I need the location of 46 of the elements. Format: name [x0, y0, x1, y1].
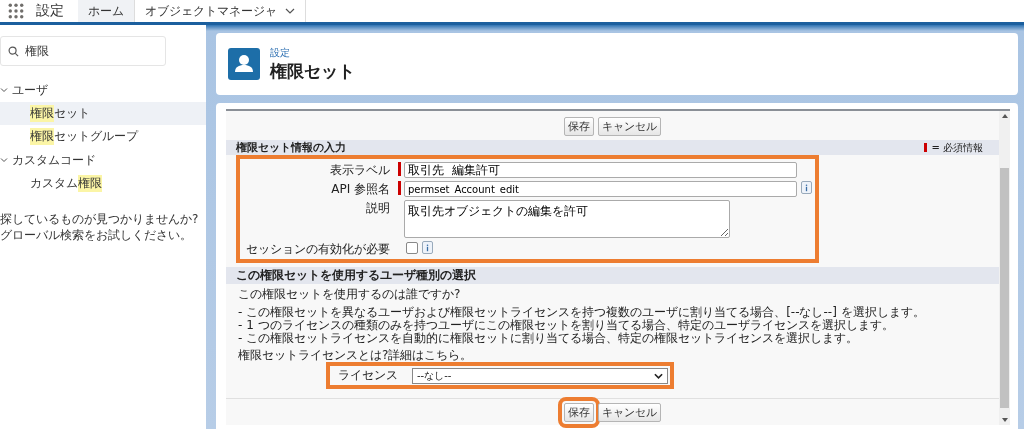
field-label: 説明 — [365, 200, 391, 215]
required-marker-icon — [924, 143, 928, 152]
scroll-down-icon[interactable] — [1001, 418, 1008, 422]
info-icon[interactable] — [422, 241, 433, 254]
license-dropdown[interactable]: --なし-- — [412, 367, 668, 384]
text-field[interactable]: 取引先 編集許可 — [404, 162, 797, 178]
instruction-text: - この権限セットライセンスを自動的に権限セットに割り当てる場合、特定の権限セットライセンスを選択します。 — [238, 332, 860, 345]
app-name: 設定 — [36, 2, 64, 20]
instruction-text: - 1 つのライセンスの種類のみを持つユーザにこの権限セットを割り当てる場合、特定のユーザライセンスを選択します。 — [238, 319, 894, 332]
info-text: 権限セットライセンスとは? — [238, 349, 389, 362]
field-label: セッションの有効化が必要 — [245, 241, 391, 256]
tree-group[interactable]: カスタムコード — [0, 148, 206, 172]
help-text: 探しているものが見つかりませんか? — [0, 211, 200, 227]
user-icon — [228, 48, 260, 80]
checkbox[interactable] — [406, 242, 418, 254]
scroll-up-icon[interactable] — [1001, 114, 1008, 118]
text-field[interactable]: permset_Account_edit — [404, 181, 797, 197]
tree-group[interactable]: ユーザ — [0, 78, 206, 102]
page-title: 権限セット — [270, 59, 355, 83]
description-field[interactable]: 取引先オブジェクトの編集を許可 — [404, 200, 730, 238]
chevron-down-icon — [654, 372, 663, 379]
chevron-down-icon — [285, 8, 295, 14]
cancel-button[interactable]: キャンセル — [598, 117, 661, 136]
field-label: 表示ラベル — [329, 162, 391, 177]
question-text: この権限セットを使用するのは誰ですか? — [238, 288, 462, 301]
required-legend: = 必須情報 — [931, 140, 983, 155]
cancel-button[interactable]: キャンセル — [598, 403, 661, 422]
field-label: API 参照名 — [330, 181, 391, 196]
tree-item[interactable]: カスタム権限 — [0, 172, 206, 195]
field-label: ライセンス — [337, 367, 398, 384]
scroll-thumb[interactable] — [1000, 168, 1009, 408]
section-title: この権限セットを使用するユーザ種別の選択 — [236, 267, 476, 284]
search-icon — [8, 46, 19, 57]
details-link[interactable]: 詳細はこちら。 — [388, 349, 473, 362]
info-icon[interactable] — [801, 181, 812, 194]
app-launcher-icon[interactable] — [8, 3, 24, 19]
tree-item[interactable]: 権限セット — [0, 102, 206, 125]
tree-item[interactable]: 権限セットグループ — [0, 125, 206, 148]
save-button[interactable]: 保存 — [564, 117, 594, 136]
instruction-text: - この権限セットを異なるユーザおよび権限セットライセンスを持つ複数のユーザに割り当てる場合、[--なし--] を選択します。 — [238, 306, 926, 319]
nav-tab[interactable]: ホーム — [78, 0, 135, 22]
scrollbar[interactable] — [999, 111, 1010, 425]
search-field[interactable]: 権限 — [0, 36, 166, 66]
breadcrumb[interactable]: 設定 — [270, 45, 355, 60]
section-title: 権限セット情報の入力 — [236, 140, 346, 155]
help-text: グローバル検索をお試しください。 — [0, 227, 193, 243]
